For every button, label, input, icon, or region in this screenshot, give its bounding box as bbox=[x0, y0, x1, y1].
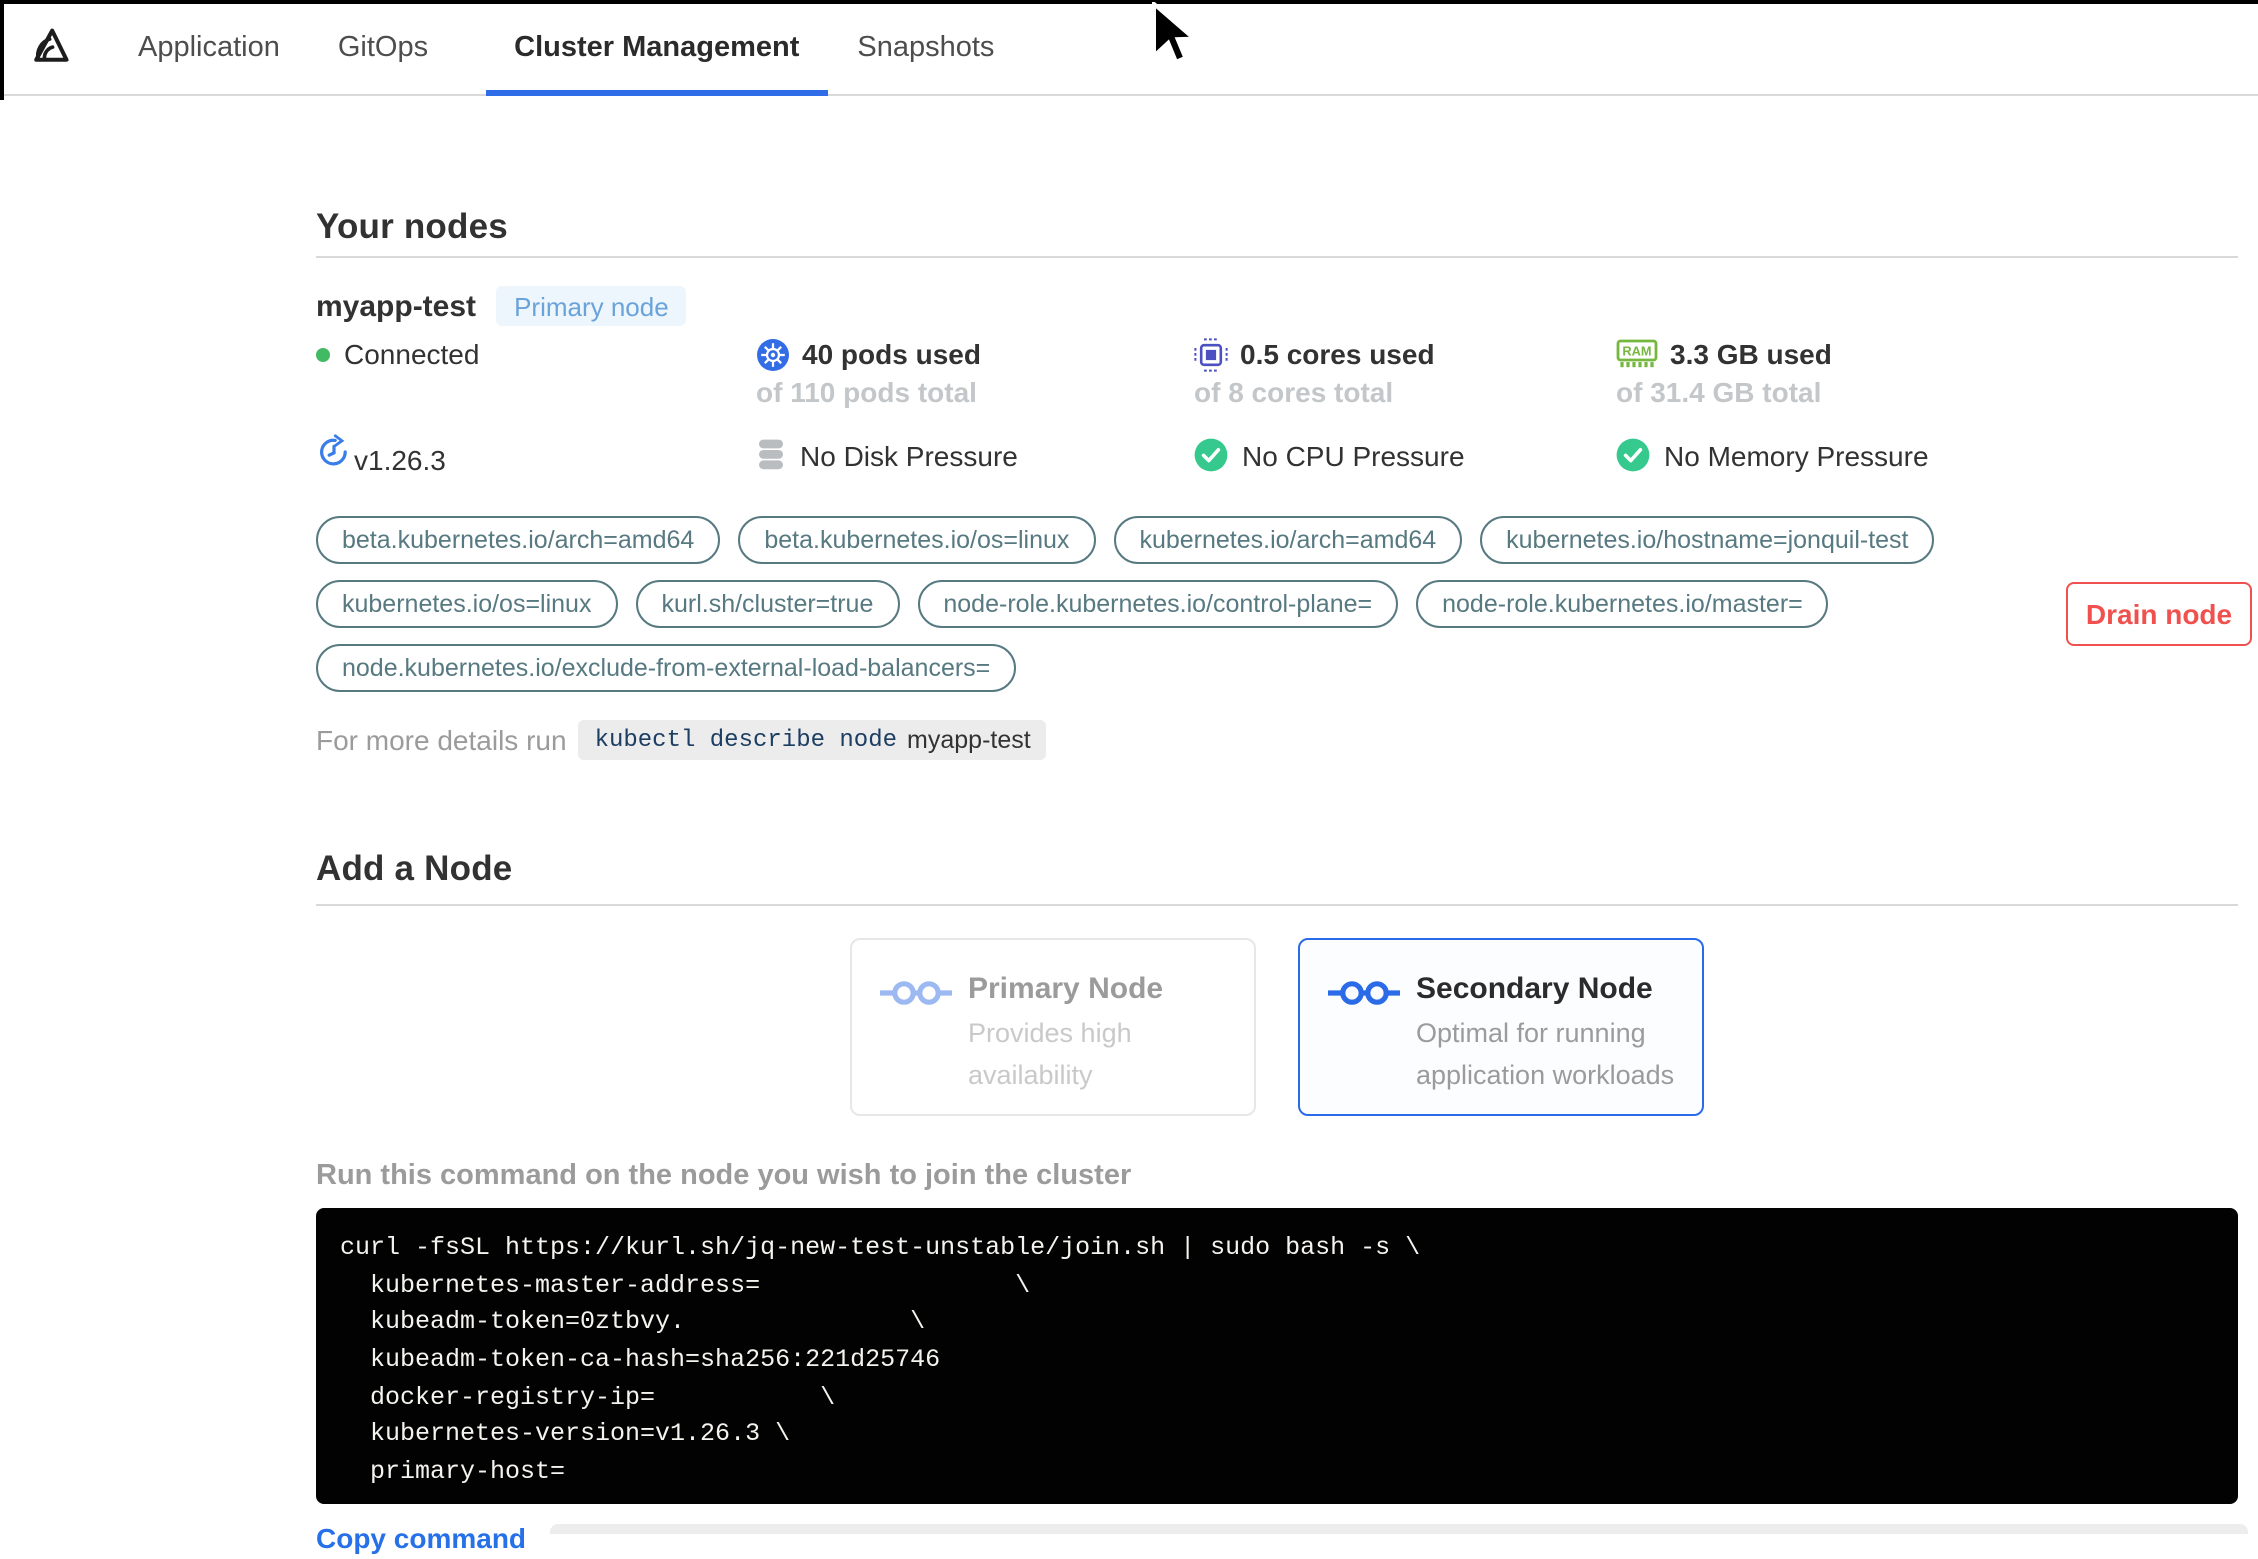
nodes-icon bbox=[1328, 979, 1400, 1115]
node-label-chip: kubernetes.io/hostname=jonquil-test bbox=[1480, 516, 1935, 565]
ram-icon: RAM bbox=[1616, 338, 1658, 370]
code-line: kubernetes-master-address= \ bbox=[340, 1271, 1031, 1300]
main-content: Your nodes myapp-test Primary node Conne… bbox=[0, 206, 2258, 1559]
pods-used-label: 40 pods used bbox=[802, 338, 981, 371]
code-line: primary-host= bbox=[340, 1457, 566, 1486]
version-label: v1.26.3 bbox=[354, 444, 446, 477]
kubectl-command-node-name: myapp-test bbox=[907, 726, 1031, 755]
node-header: myapp-test Primary node bbox=[316, 286, 2238, 327]
drain-node-button[interactable]: Drain node bbox=[2066, 582, 2252, 646]
disk-database-icon bbox=[756, 438, 786, 472]
tab-snapshots[interactable]: Snapshots bbox=[857, 0, 994, 94]
section-divider bbox=[316, 904, 2238, 907]
describe-node-command: kubectl describe node myapp-test bbox=[578, 720, 1047, 761]
connected-dot-icon bbox=[316, 347, 330, 362]
memory-pressure-label: No Memory Pressure bbox=[1664, 439, 1929, 472]
node-label-chip: kubernetes.io/os=linux bbox=[316, 580, 618, 629]
primary-node-card-title: Primary Node bbox=[968, 972, 1164, 1007]
kubectl-command-text: kubectl describe node bbox=[594, 726, 898, 755]
node-label-chip: kubernetes.io/arch=amd64 bbox=[1113, 516, 1463, 565]
secondary-node-card-description: Optimal for running application workload… bbox=[1416, 1018, 1675, 1091]
top-navigation-bar: Application GitOps Cluster Management Sn… bbox=[0, 0, 2258, 96]
cores-total-label: of 8 cores total bbox=[1194, 376, 1394, 409]
primary-node-badge: Primary node bbox=[496, 286, 687, 327]
kubernetes-pods-icon bbox=[756, 337, 790, 371]
app-logo-icon bbox=[28, 24, 72, 68]
join-command-instruction: Run this command on the node you wish to… bbox=[316, 1160, 1132, 1193]
pods-used-stat: 40 pods used bbox=[756, 336, 1194, 372]
node-stats-row-2: v1.26.3 No Disk Pressure No CPU Pressure… bbox=[316, 434, 2238, 476]
node-label-chip: kurl.sh/cluster=true bbox=[635, 580, 900, 629]
memory-used-stat: RAM 3.3 GB used bbox=[1616, 336, 2238, 372]
code-line: kubeadm-token-ca-hash=sha256:221d25746 bbox=[340, 1346, 941, 1375]
memory-used-label: 3.3 GB used bbox=[1670, 338, 1832, 371]
screen-edge bbox=[0, 0, 3, 100]
version-update-icon bbox=[316, 434, 352, 476]
node-status-label: Connected bbox=[344, 338, 480, 371]
kubernetes-version: v1.26.3 bbox=[316, 434, 756, 476]
node-label-chip: node.kubernetes.io/exclude-from-external… bbox=[316, 644, 1017, 693]
screen-edge bbox=[0, 0, 2258, 3]
your-nodes-title: Your nodes bbox=[316, 206, 508, 246]
cores-used-stat: 0.5 cores used bbox=[1194, 336, 1616, 372]
node-details-hint: For more details run kubectl describe no… bbox=[316, 720, 2238, 761]
pods-total-label: of 110 pods total bbox=[756, 376, 977, 409]
code-line: kubernetes-version=v1.26.3 \ bbox=[340, 1420, 791, 1449]
memory-pressure-status: No Memory Pressure bbox=[1616, 434, 2238, 476]
secondary-node-card-title: Secondary Node bbox=[1416, 972, 1653, 1007]
node-label-chip: beta.kubernetes.io/os=linux bbox=[738, 516, 1096, 565]
active-tab-underline bbox=[486, 89, 828, 96]
node-labels-row: kubernetes.io/os=linux kurl.sh/cluster=t… bbox=[316, 580, 2238, 629]
section-divider bbox=[316, 256, 2238, 259]
primary-node-card-description: Provides high availability bbox=[968, 1018, 1132, 1091]
node-stats-row-1: Connected 40 pods used of 110 pods total… bbox=[316, 336, 2238, 410]
disk-pressure-status: No Disk Pressure bbox=[756, 434, 1194, 476]
next-section-edge bbox=[550, 1524, 2248, 1534]
nav-tabs: Application GitOps Cluster Management Sn… bbox=[138, 0, 1052, 96]
node-status: Connected bbox=[316, 336, 756, 372]
add-node-title: Add a Node bbox=[316, 848, 513, 889]
code-line: curl -fsSL https://kurl.sh/jq-new-test-u… bbox=[340, 1234, 1421, 1263]
disk-pressure-label: No Disk Pressure bbox=[800, 439, 1018, 472]
copy-command-link[interactable]: Copy command bbox=[316, 1523, 526, 1555]
cluster-management-page: Application GitOps Cluster Management Sn… bbox=[0, 0, 2258, 1555]
code-line: kubeadm-token=0ztbvy. \ bbox=[340, 1308, 926, 1337]
node-labels-row: node.kubernetes.io/exclude-from-external… bbox=[316, 644, 2238, 693]
cpu-pressure-status: No CPU Pressure bbox=[1194, 434, 1616, 476]
node-name: myapp-test bbox=[316, 289, 477, 324]
check-circle-icon bbox=[1616, 438, 1650, 472]
node-labels: beta.kubernetes.io/arch=amd64 beta.kuber… bbox=[316, 516, 2238, 693]
tab-application[interactable]: Application bbox=[138, 0, 280, 94]
node-label-chip: node-role.kubernetes.io/master= bbox=[1416, 580, 1829, 629]
nodes-icon bbox=[880, 979, 952, 1115]
cores-used-label: 0.5 cores used bbox=[1240, 338, 1435, 371]
node-labels-row: beta.kubernetes.io/arch=amd64 beta.kuber… bbox=[316, 516, 2238, 565]
primary-node-card[interactable]: Primary Node Provides high availability bbox=[850, 938, 1256, 1117]
check-circle-icon bbox=[1194, 438, 1228, 472]
tab-gitops[interactable]: GitOps bbox=[338, 0, 428, 94]
secondary-node-card[interactable]: Secondary Node Optimal for running appli… bbox=[1298, 938, 1704, 1117]
cpu-pressure-label: No CPU Pressure bbox=[1242, 439, 1465, 472]
code-line: docker-registry-ip= \ bbox=[340, 1383, 836, 1412]
details-prefix: For more details run bbox=[316, 724, 567, 757]
mouse-cursor-icon bbox=[1150, 0, 1200, 78]
memory-total-label: of 31.4 GB total bbox=[1616, 376, 1822, 409]
join-command-code-block[interactable]: curl -fsSL https://kurl.sh/jq-new-test-u… bbox=[316, 1208, 2238, 1505]
node-label-chip: node-role.kubernetes.io/control-plane= bbox=[917, 580, 1399, 629]
tab-cluster-management[interactable]: Cluster Management bbox=[486, 0, 828, 96]
node-type-cards: Primary Node Provides high availability … bbox=[316, 938, 2238, 1117]
svg-text:RAM: RAM bbox=[1622, 344, 1651, 359]
cpu-chip-icon bbox=[1194, 337, 1228, 371]
node-label-chip: beta.kubernetes.io/arch=amd64 bbox=[316, 516, 721, 565]
